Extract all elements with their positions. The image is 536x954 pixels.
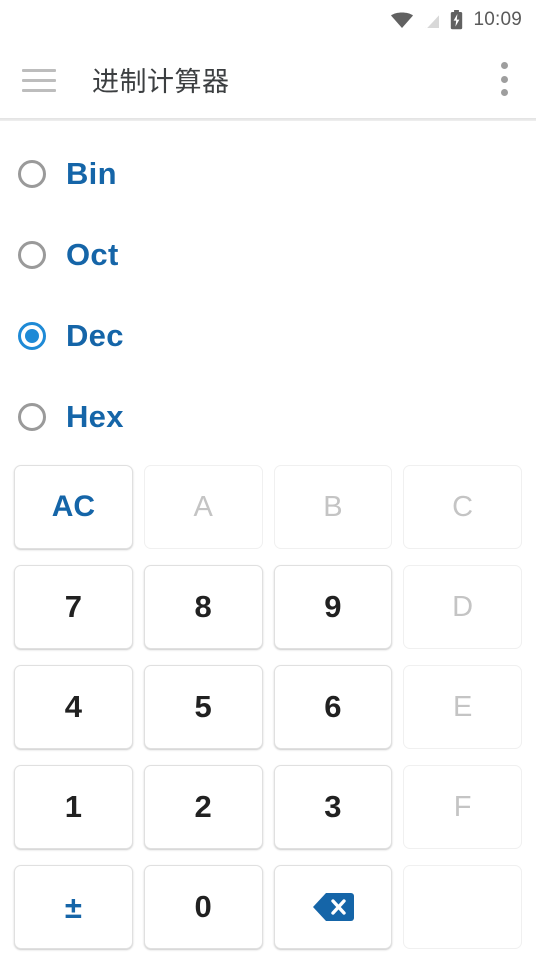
key-blank bbox=[403, 865, 522, 949]
wifi-icon bbox=[390, 11, 414, 29]
radio-option-oct[interactable]: Oct bbox=[0, 214, 536, 295]
key-f: F bbox=[403, 765, 522, 849]
page-title: 进制计算器 bbox=[92, 66, 230, 97]
key-e: E bbox=[403, 665, 522, 749]
keypad-row: ± 0 bbox=[14, 865, 522, 949]
cellular-signal-off-icon bbox=[423, 11, 442, 29]
key-plus-minus[interactable]: ± bbox=[14, 865, 133, 949]
backspace-icon bbox=[312, 891, 354, 923]
key-4[interactable]: 4 bbox=[14, 665, 133, 749]
plus-minus-label: ± bbox=[64, 889, 82, 925]
app-bar: 进制计算器 bbox=[0, 40, 536, 118]
radio-circle-icon bbox=[18, 240, 46, 269]
key-8[interactable]: 8 bbox=[143, 565, 263, 649]
keypad-row: AC A B C bbox=[14, 465, 522, 549]
key-b: B bbox=[273, 465, 393, 549]
key-backspace[interactable] bbox=[273, 865, 393, 949]
key-3[interactable]: 3 bbox=[273, 765, 393, 849]
keypad: AC A B C 7 8 9 D 4 5 6 E 1 2 3 F ± 0 bbox=[0, 457, 536, 949]
key-d: D bbox=[403, 565, 522, 649]
radio-label: Hex bbox=[66, 398, 124, 434]
radio-circle-checked-icon bbox=[18, 321, 46, 350]
radio-option-dec[interactable]: Dec bbox=[0, 295, 536, 376]
key-a: A bbox=[143, 465, 263, 549]
keypad-row: 7 8 9 D bbox=[14, 565, 522, 649]
key-6[interactable]: 6 bbox=[273, 665, 393, 749]
overflow-menu-icon[interactable] bbox=[499, 62, 509, 96]
hamburger-menu-icon[interactable] bbox=[22, 66, 56, 92]
radio-option-bin[interactable]: Bin bbox=[0, 133, 536, 214]
key-1[interactable]: 1 bbox=[14, 765, 133, 849]
radio-option-hex[interactable]: Hex bbox=[0, 376, 536, 457]
key-c: C bbox=[403, 465, 522, 549]
key-ac[interactable]: AC bbox=[14, 465, 133, 549]
base-selector-radio-group: Bin Oct Dec Hex bbox=[0, 121, 536, 457]
radio-label: Bin bbox=[66, 155, 117, 191]
key-0[interactable]: 0 bbox=[143, 865, 263, 949]
radio-circle-icon bbox=[18, 402, 46, 431]
key-7[interactable]: 7 bbox=[14, 565, 133, 649]
radio-label: Oct bbox=[66, 236, 119, 272]
key-9[interactable]: 9 bbox=[273, 565, 393, 649]
status-bar-icons bbox=[390, 10, 463, 30]
keypad-row: 1 2 3 F bbox=[14, 765, 522, 849]
status-bar: 10:09 bbox=[0, 0, 536, 40]
radio-label: Dec bbox=[66, 317, 124, 353]
status-bar-time: 10:09 bbox=[473, 9, 522, 30]
key-5[interactable]: 5 bbox=[143, 665, 263, 749]
keypad-row: 4 5 6 E bbox=[14, 665, 522, 749]
battery-charging-icon bbox=[450, 10, 463, 30]
radio-circle-icon bbox=[18, 159, 46, 188]
key-2[interactable]: 2 bbox=[143, 765, 263, 849]
